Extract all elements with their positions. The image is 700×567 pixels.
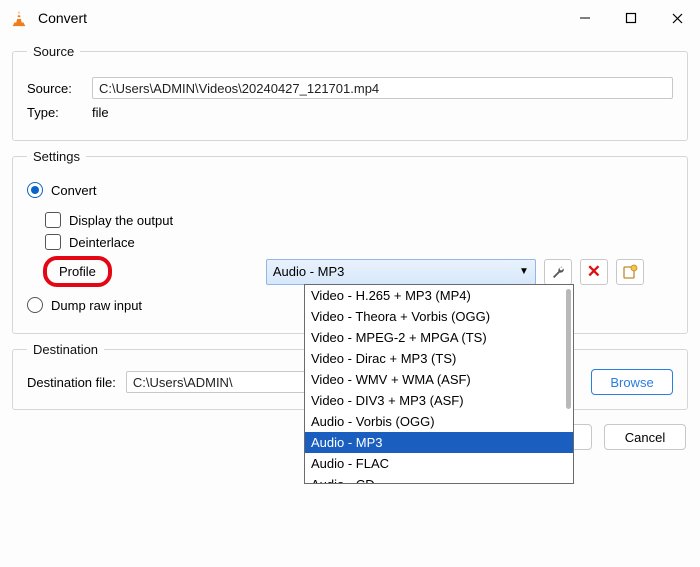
wrench-icon [550,264,566,280]
profile-option[interactable]: Audio - CD [305,474,573,484]
cancel-button[interactable]: Cancel [604,424,686,450]
settings-legend: Settings [27,149,86,164]
new-profile-button[interactable] [616,259,644,285]
convert-radio[interactable]: Convert [27,182,673,198]
delete-icon: ✕ [587,263,601,280]
maximize-button[interactable] [608,2,654,34]
checkbox-icon [45,234,61,250]
close-button[interactable] [654,2,700,34]
profile-option[interactable]: Audio - MP3 [305,432,573,453]
cancel-button-label: Cancel [625,430,665,445]
dump-raw-label: Dump raw input [51,298,142,313]
profile-option[interactable]: Video - WMV + WMA (ASF) [305,369,573,390]
source-group: Source Source: Type: file [12,44,688,141]
radio-icon [27,182,43,198]
deinterlace-checkbox[interactable]: Deinterlace [45,234,673,250]
source-label: Source: [27,81,82,96]
titlebar: Convert [0,0,700,36]
settings-group: Settings Convert Display the output Dein… [12,149,688,334]
profile-label-wrap: Profile [45,258,110,285]
radio-icon [27,297,43,313]
type-label: Type: [27,105,82,120]
delete-profile-button[interactable]: ✕ [580,259,608,285]
profile-option[interactable]: Video - Dirac + MP3 (TS) [305,348,573,369]
display-output-checkbox[interactable]: Display the output [45,212,673,228]
profile-dropdown[interactable]: Video - H.265 + MP3 (MP4)Video - Theora … [304,284,574,484]
deinterlace-label: Deinterlace [69,235,135,250]
source-legend: Source [27,44,80,59]
checkbox-icon [45,212,61,228]
profile-option[interactable]: Audio - FLAC [305,453,573,474]
profile-row: Profile Audio - MP3 ▼ ✕ Video - H.265 + … [45,258,673,285]
type-value: file [92,105,109,120]
profile-combobox[interactable]: Audio - MP3 ▼ [266,259,536,285]
minimize-button[interactable] [562,2,608,34]
window-title: Convert [38,10,87,26]
new-profile-icon [622,264,638,280]
chevron-down-icon: ▼ [519,266,529,277]
destination-legend: Destination [27,342,104,357]
edit-profile-button[interactable] [544,259,572,285]
profile-option[interactable]: Video - Theora + Vorbis (OGG) [305,306,573,327]
browse-button-label: Browse [610,375,653,390]
profile-option[interactable]: Video - H.265 + MP3 (MP4) [305,285,573,306]
source-input[interactable] [92,77,673,99]
display-output-label: Display the output [69,213,173,228]
profile-label: Profile [59,264,96,279]
profile-selected-value: Audio - MP3 [273,264,345,279]
convert-radio-label: Convert [51,183,97,198]
profile-option[interactable]: Video - MPEG-2 + MPGA (TS) [305,327,573,348]
dropdown-scrollbar[interactable] [566,289,571,409]
profile-option[interactable]: Video - DIV3 + MP3 (ASF) [305,390,573,411]
browse-button[interactable]: Browse [591,369,673,395]
vlc-icon [10,9,28,27]
profile-option[interactable]: Audio - Vorbis (OGG) [305,411,573,432]
destination-file-label: Destination file: [27,375,116,390]
